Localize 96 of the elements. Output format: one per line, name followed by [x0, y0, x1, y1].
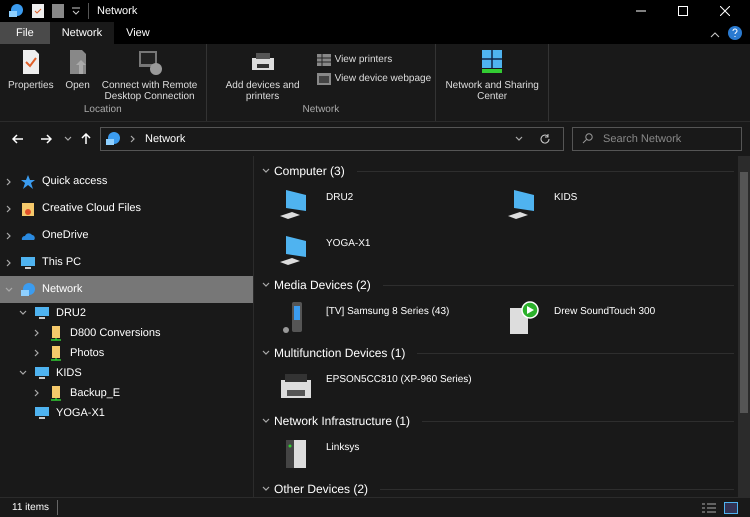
tree-item[interactable]: Photos [0, 343, 253, 363]
tree-item[interactable]: YOGA-X1 [0, 403, 253, 423]
tree-item-label: Network [42, 282, 82, 298]
shared-folder-icon [48, 325, 64, 341]
refresh-icon[interactable] [539, 133, 551, 145]
tree-item-label: OneDrive [42, 228, 88, 244]
chevron-down-icon[interactable] [262, 417, 270, 425]
document-check-icon[interactable] [32, 4, 44, 18]
group-header[interactable]: Network Infrastructure (1) [274, 412, 410, 430]
address-path[interactable]: Network [145, 130, 186, 148]
up-arrow-icon[interactable] [80, 133, 92, 145]
tree-item[interactable]: OneDrive [0, 222, 253, 249]
tree-item-label: Creative Cloud Files [42, 201, 142, 216]
tree-item[interactable]: Network [0, 276, 253, 303]
tree-item[interactable]: This PC [0, 249, 253, 276]
group-header[interactable]: Multifunction Devices (1) [274, 344, 406, 362]
folder-icon [20, 200, 36, 216]
ribbon-group-label: Location [82, 103, 123, 117]
device-item[interactable]: YOGA-X1 [278, 228, 506, 274]
ribbon-button[interactable]: Connect with Remote Desktop Connection [98, 48, 202, 102]
close-icon[interactable] [720, 6, 730, 16]
details-view-icon[interactable] [702, 502, 716, 514]
tree-item[interactable]: KIDS [0, 363, 253, 383]
chevron-up-icon[interactable] [710, 30, 720, 40]
chevron-down-icon[interactable] [262, 485, 270, 493]
tree-item-label: D800 Conversions [70, 326, 160, 341]
tiles-view-icon[interactable] [724, 502, 738, 514]
ribbon-small-button[interactable]: View printers [316, 52, 432, 67]
network-icon [8, 3, 24, 19]
window-title: Network [88, 2, 138, 20]
ribbon-button[interactable]: Add devices and printers [210, 48, 315, 102]
chevron-down-icon[interactable] [19, 309, 27, 317]
help-icon[interactable] [728, 26, 742, 40]
device-item[interactable]: Drew SoundTouch 300 [506, 296, 734, 342]
ribbon-group-label: Network [302, 103, 340, 117]
tree-item[interactable]: DRU2 [0, 303, 253, 323]
tree-item-label: DRU2 [56, 306, 86, 321]
grid-icon [316, 54, 331, 66]
group-header[interactable]: Media Devices (2) [274, 276, 371, 294]
ribbon-button[interactable]: Properties [4, 48, 58, 102]
ribbon-tab[interactable]: File [0, 22, 50, 44]
tree-item[interactable]: Quick access [0, 168, 253, 195]
chevron-right-icon[interactable] [5, 258, 13, 266]
ribbon-button[interactable]: Network and Sharing Center [440, 48, 544, 121]
dropdown-icon[interactable] [72, 7, 80, 15]
device-item[interactable]: DRU2 [278, 182, 506, 228]
tree-item[interactable]: D800 Conversions [0, 323, 253, 343]
chevron-right-icon[interactable] [33, 329, 41, 337]
network-icon [105, 131, 121, 147]
shared-folder-icon [48, 385, 64, 401]
monitor-icon [34, 365, 50, 381]
tree-item-label: Backup_E [70, 386, 120, 401]
chevron-right-icon[interactable] [5, 178, 13, 186]
chevron-right-icon[interactable] [5, 232, 13, 240]
star-icon [20, 174, 36, 190]
device-item[interactable]: Linksys [278, 432, 506, 478]
device-item[interactable]: [TV] Samsung 8 Series (43) [278, 296, 506, 342]
maximize-icon[interactable] [678, 6, 688, 16]
network-icon [20, 282, 36, 298]
chevron-down-icon[interactable] [515, 135, 523, 143]
back-arrow-icon[interactable] [12, 133, 24, 145]
tree-item[interactable]: Backup_E [0, 383, 253, 403]
chevron-down-icon[interactable] [19, 369, 27, 377]
status-count: 11 items [12, 500, 58, 515]
shared-folder-icon [48, 345, 64, 361]
search-field[interactable]: Search Network [572, 127, 742, 151]
group-header[interactable]: Computer (3) [274, 162, 345, 180]
search-icon [582, 133, 593, 144]
group-header[interactable]: Other Devices (2) [274, 480, 368, 498]
tree-item-label: Photos [70, 346, 104, 361]
chevron-down-icon[interactable] [262, 349, 270, 357]
tree-item-label: KIDS [56, 366, 82, 381]
ribbon-button[interactable]: Open [60, 48, 96, 102]
chevron-down-icon[interactable] [64, 135, 72, 143]
address-bar[interactable]: Network [100, 127, 564, 151]
webpage-icon [316, 72, 331, 84]
tree-item[interactable]: Creative Cloud Files [0, 195, 253, 222]
chevron-right-icon[interactable] [33, 389, 41, 397]
chevron-right-icon[interactable] [129, 135, 137, 143]
chevron-down-icon[interactable] [262, 167, 270, 175]
tree-item-label: YOGA-X1 [56, 406, 105, 421]
scrollbar[interactable] [738, 156, 750, 497]
tree-item-label: Quick access [42, 174, 108, 190]
monitor-icon [20, 254, 36, 270]
ribbon-tab[interactable]: Network [50, 22, 114, 44]
monitor-icon [34, 305, 50, 321]
chevron-down-icon[interactable] [262, 281, 270, 289]
device-item[interactable]: EPSON5CC810 (XP-960 Series) [278, 364, 506, 410]
tree-item-label: This PC [42, 255, 82, 270]
forward-arrow-icon[interactable] [40, 133, 52, 145]
chevron-right-icon[interactable] [5, 204, 13, 212]
device-item[interactable]: KIDS [506, 182, 734, 228]
ribbon-tab[interactable]: View [114, 22, 162, 44]
chevron-right-icon[interactable] [33, 349, 41, 357]
ribbon-small-button[interactable]: View device webpage [316, 71, 432, 86]
monitor-icon [34, 405, 50, 421]
